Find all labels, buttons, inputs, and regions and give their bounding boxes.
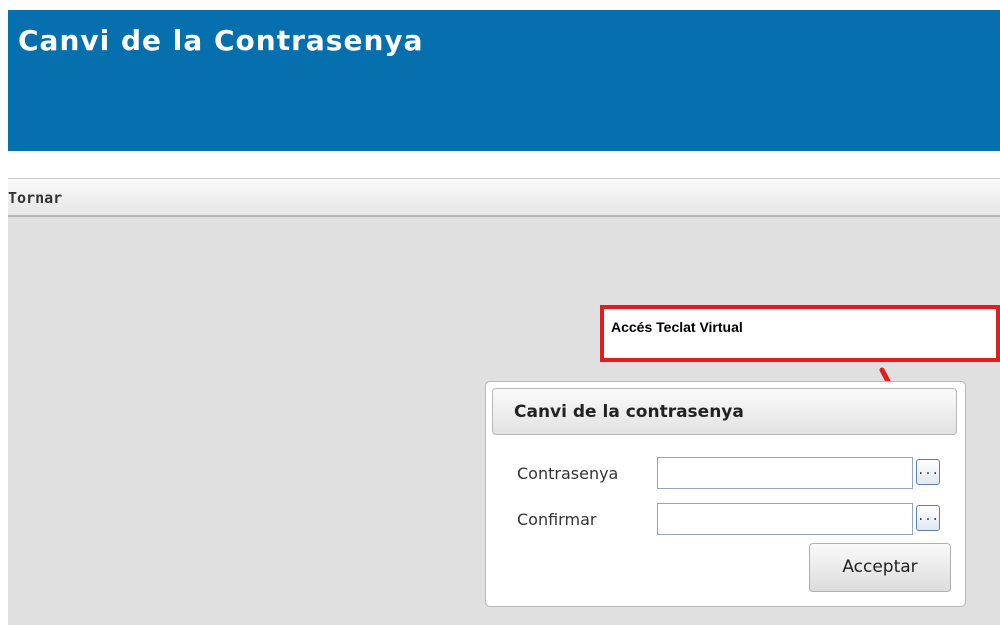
panel-title: Canvi de la contrasenya — [514, 402, 744, 422]
confirm-label: Confirmar — [517, 510, 597, 529]
virtual-keyboard-callout: Accés Teclat Virtual — [600, 305, 1000, 362]
callout-text: Accés Teclat Virtual — [611, 319, 743, 335]
password-input[interactable] — [657, 457, 913, 489]
page-header: Canvi de la Contrasenya — [8, 10, 1000, 151]
page-title: Canvi de la Contrasenya — [18, 24, 424, 57]
confirm-virtual-keyboard-button[interactable]: ... — [916, 505, 940, 531]
back-link[interactable]: Tornar — [8, 189, 62, 207]
virtual-keyboard-button[interactable]: ... — [916, 459, 940, 485]
accept-button[interactable]: Acceptar — [809, 543, 951, 592]
password-label: Contrasenya — [517, 464, 619, 483]
toolbar: Tornar — [8, 178, 1000, 217]
panel-header: Canvi de la contrasenya — [492, 388, 957, 435]
confirm-password-input[interactable] — [657, 503, 913, 535]
